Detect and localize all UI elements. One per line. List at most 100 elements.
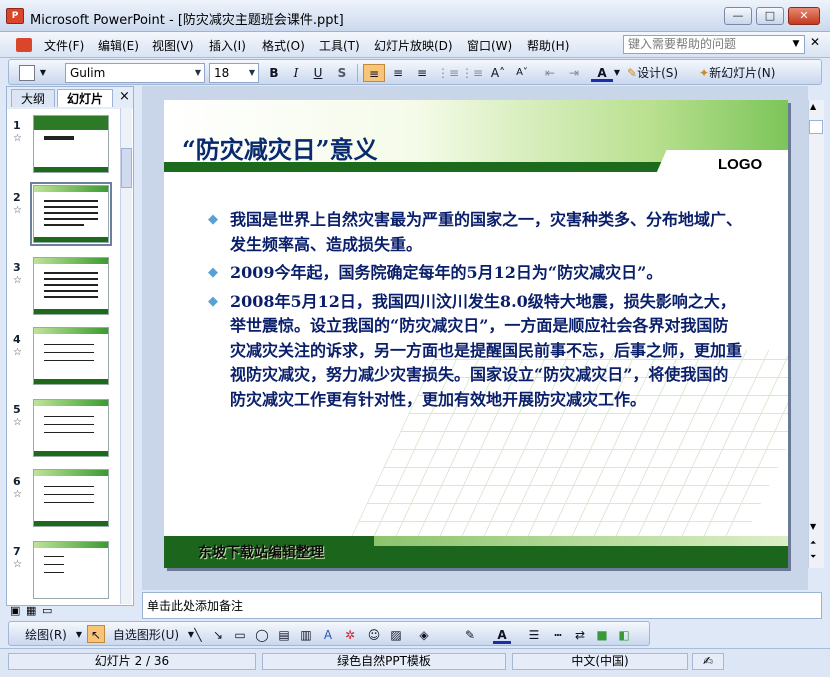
shadow-button[interactable]: S: [333, 64, 351, 82]
textbox-icon[interactable]: ▤: [275, 626, 293, 644]
slide-thumbnail[interactable]: [33, 257, 109, 315]
new-document-icon[interactable]: [19, 65, 35, 81]
thumb-number: 6: [13, 475, 21, 488]
slide-sorter-icon[interactable]: ▦: [26, 604, 36, 617]
arrow-style-icon[interactable]: ⇄: [571, 626, 589, 644]
menu-insert[interactable]: 插入(I): [209, 37, 246, 54]
shadow-style-icon[interactable]: ■: [593, 626, 611, 644]
menu-file[interactable]: 文件(F): [44, 37, 84, 54]
scroll-down-icon[interactable]: ▼: [810, 522, 816, 531]
slide-title[interactable]: “防灾减灾日”意义: [182, 130, 378, 165]
slide-scrollbar[interactable]: ▲ ▼ ⏶ ⏷: [808, 100, 824, 568]
bullet-text: 我国是世界上自然灾害最为严重的国家之一，灾害种类多、分布地域广、发生频率高、造成…: [230, 210, 743, 254]
align-right-button[interactable]: ≡: [411, 64, 433, 82]
thumbnail-scrollbar[interactable]: [120, 108, 132, 604]
menu-tools[interactable]: 工具(T): [319, 37, 360, 54]
thumb-number: 2: [13, 191, 21, 204]
animation-star-icon: ☆: [13, 275, 22, 286]
maximize-button[interactable]: □: [756, 7, 784, 25]
footer-gradient: [374, 536, 788, 546]
close-button[interactable]: ✕: [788, 7, 820, 25]
new-slide-icon: ✦: [699, 66, 710, 80]
italic-button[interactable]: I: [287, 64, 305, 82]
draw-menu-button[interactable]: 绘图(R): [19, 626, 73, 644]
slide-thumbnail[interactable]: [33, 399, 109, 457]
chevron-down-icon[interactable]: ▼: [75, 626, 83, 644]
slides-panel: 大纲 幻灯片 × 1 ☆ 2 ☆ 3 ☆ 4 ☆ 5 ☆ 6 ☆ 7 ☆: [6, 86, 134, 606]
font-color-button[interactable]: A: [591, 64, 613, 82]
next-slide-icon[interactable]: ⏷: [810, 552, 816, 562]
picture-icon[interactable]: ▨: [387, 626, 405, 644]
animation-star-icon: ☆: [13, 133, 22, 144]
oval-icon[interactable]: ◯: [253, 626, 271, 644]
bullets-button[interactable]: ⋮≡: [461, 64, 483, 82]
rectangle-icon[interactable]: ▭: [231, 626, 249, 644]
clipart-icon[interactable]: ☺: [365, 626, 383, 644]
notes-pane[interactable]: 单击此处添加备注: [142, 592, 822, 619]
menu-edit[interactable]: 编辑(E): [98, 37, 139, 54]
spellcheck-icon[interactable]: ✍: [692, 653, 724, 670]
line-color-icon[interactable]: ✎: [461, 626, 479, 644]
font-name-value: Gulim: [70, 66, 106, 80]
vertical-textbox-icon[interactable]: ▥: [297, 626, 315, 644]
new-slide-button[interactable]: ✦新幻灯片(N): [699, 64, 795, 82]
increase-indent-button[interactable]: ⇥: [563, 64, 585, 82]
design-label: 设计(S): [637, 66, 679, 80]
3d-style-icon[interactable]: ◧: [615, 626, 633, 644]
scroll-thumb[interactable]: [809, 120, 823, 134]
grow-font-button[interactable]: A˄: [487, 64, 509, 82]
scroll-thumb[interactable]: [121, 148, 132, 188]
close-panel-icon[interactable]: ×: [119, 89, 130, 104]
shrink-font-button[interactable]: A˅: [511, 64, 533, 82]
menu-view[interactable]: 视图(V): [152, 37, 194, 54]
menu-format[interactable]: 格式(O): [262, 37, 305, 54]
menu-window[interactable]: 窗口(W): [467, 37, 512, 54]
font-name-select[interactable]: Gulim ▼: [65, 63, 205, 83]
chevron-down-icon[interactable]: ▼: [39, 64, 47, 82]
diagram-icon[interactable]: ✲: [341, 626, 359, 644]
fill-color-icon[interactable]: ◈: [415, 626, 433, 644]
diamond-bullet-icon: ◆: [208, 265, 218, 280]
select-pointer-icon[interactable]: ↖: [87, 625, 105, 643]
autoshapes-button[interactable]: 自选图形(U): [107, 626, 185, 644]
menu-slideshow[interactable]: 幻灯片放映(D): [374, 37, 453, 54]
line-style-icon[interactable]: ☰: [525, 626, 543, 644]
align-center-button[interactable]: ≡: [387, 64, 409, 82]
slide-canvas[interactable]: “防灾减灾日”意义 LOGO ◆ 我国是世界上自然灾害最为严重的国家之一，灾害种类…: [164, 100, 788, 568]
tab-outline[interactable]: 大纲: [11, 89, 55, 107]
dash-style-icon[interactable]: ┅: [549, 626, 567, 644]
underline-button[interactable]: U: [309, 64, 327, 82]
slideshow-icon[interactable]: ▭: [42, 604, 52, 617]
align-left-button[interactable]: ≡: [363, 64, 385, 82]
close-doc-icon[interactable]: ✕: [810, 35, 820, 49]
slide-thumbnail-selected[interactable]: [30, 182, 112, 246]
decrease-indent-button[interactable]: ⇤: [539, 64, 561, 82]
help-search-input[interactable]: 键入需要帮助的问题: [623, 35, 805, 54]
normal-view-icon[interactable]: ▣: [10, 604, 20, 617]
slide-thumbnail[interactable]: [33, 541, 109, 599]
wordart-icon[interactable]: A: [319, 626, 337, 644]
powerpoint-icon: P: [6, 8, 24, 24]
slide-thumbnail[interactable]: [33, 327, 109, 385]
font-color-icon[interactable]: A: [493, 626, 511, 644]
scroll-up-icon[interactable]: ▲: [810, 102, 816, 111]
font-size-select[interactable]: 18 ▼: [209, 63, 259, 83]
chevron-down-icon[interactable]: ▼: [613, 64, 621, 82]
chevron-down-icon[interactable]: ▼: [788, 35, 804, 54]
slide-thumbnail[interactable]: [33, 469, 109, 527]
line-icon[interactable]: ╲: [189, 626, 207, 644]
animation-star-icon: ☆: [13, 205, 22, 216]
arrow-icon[interactable]: ↘: [209, 626, 227, 644]
slide-body[interactable]: ◆ 我国是世界上自然灾害最为严重的国家之一，灾害种类多、分布地域广、发生频率高、造…: [208, 208, 742, 416]
bold-button[interactable]: B: [265, 64, 283, 82]
logo: LOGO: [718, 156, 763, 173]
design-button[interactable]: ✎设计(S): [627, 64, 697, 82]
numbering-button[interactable]: ⋮≡: [437, 64, 459, 82]
font-size-value: 18: [214, 66, 230, 80]
tab-slides[interactable]: 幻灯片: [57, 89, 113, 107]
thumbnail-list: 1 ☆ 2 ☆ 3 ☆ 4 ☆ 5 ☆ 6 ☆ 7 ☆: [7, 109, 133, 605]
previous-slide-icon[interactable]: ⏶: [810, 538, 816, 548]
slide-thumbnail[interactable]: [33, 115, 109, 173]
menu-help[interactable]: 帮助(H): [527, 37, 569, 54]
minimize-button[interactable]: —: [724, 7, 752, 25]
